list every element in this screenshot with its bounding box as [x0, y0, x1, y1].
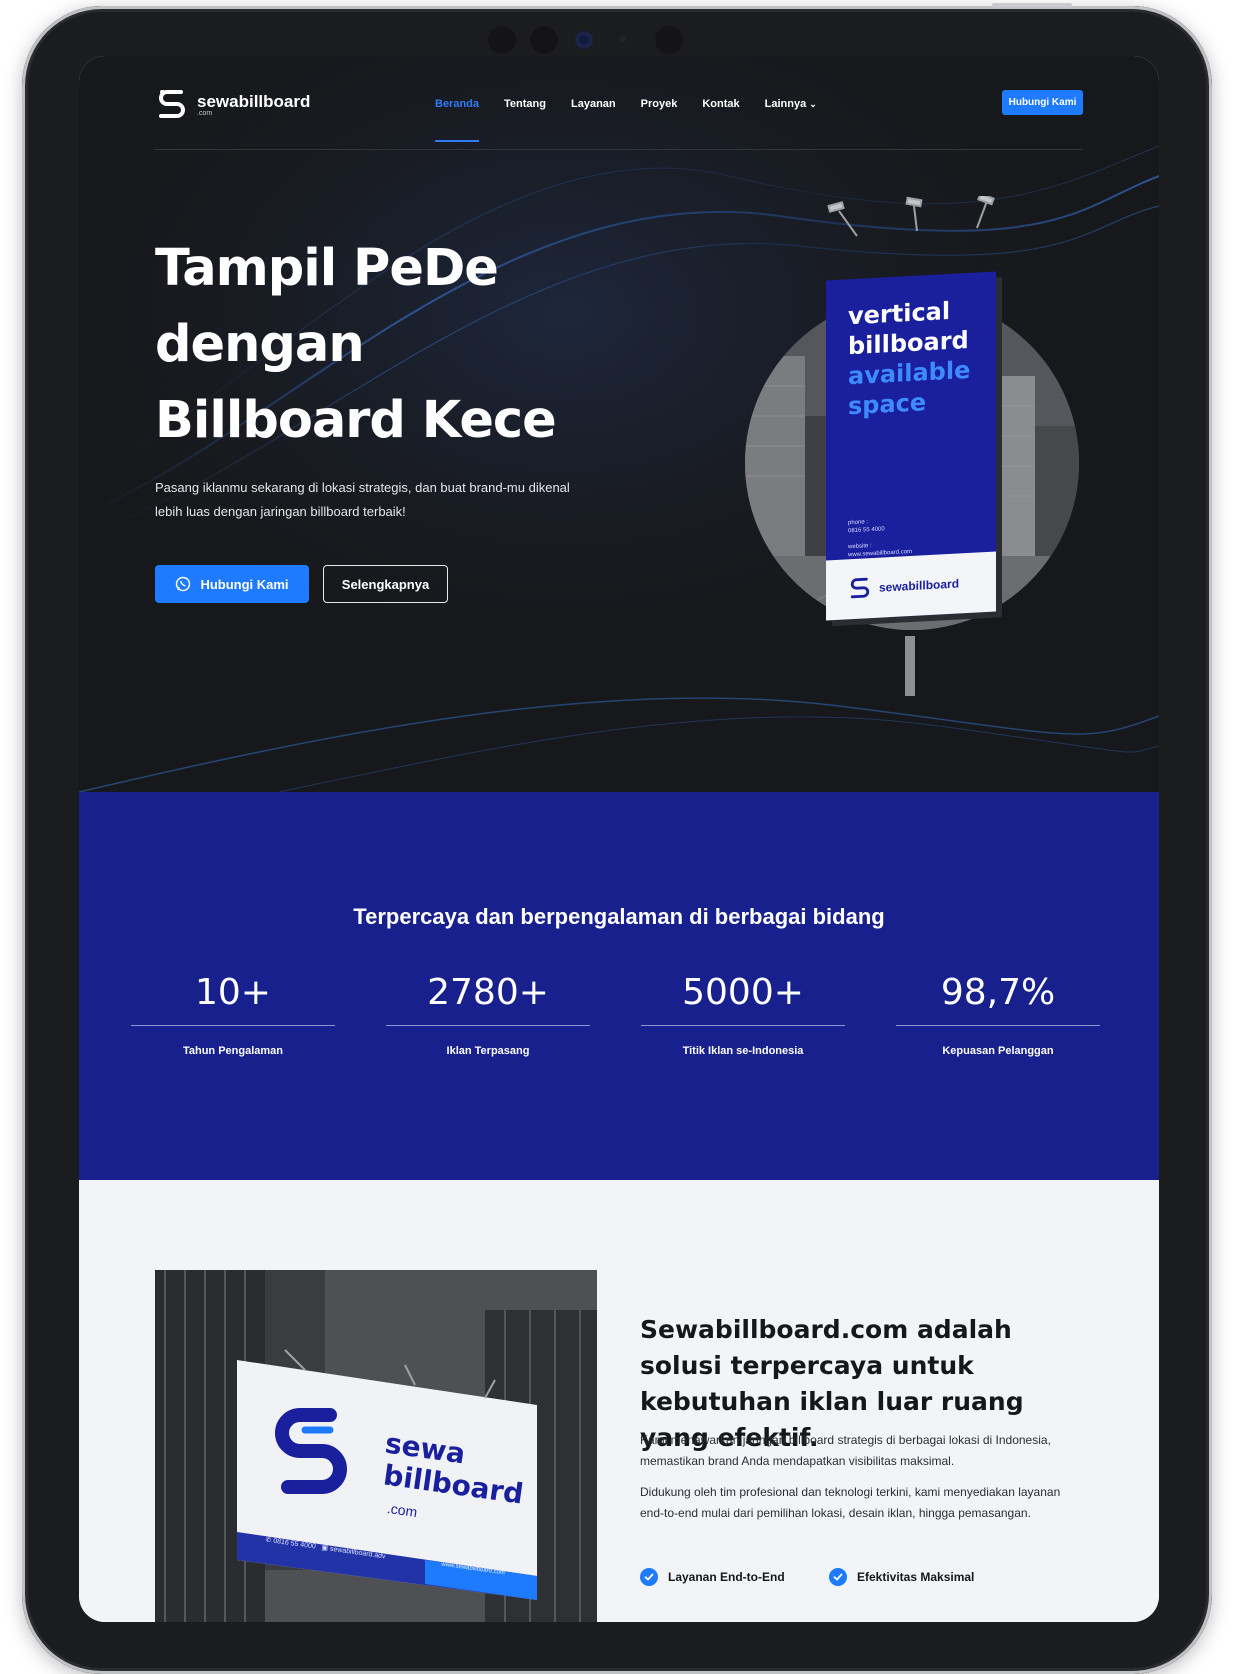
nav-item-lainnya-label: Lainnya: [764, 98, 807, 110]
top-navbar: sewabillboard .com Beranda Tentang Layan…: [155, 86, 1083, 146]
nav-item-layanan[interactable]: Layanan: [571, 98, 616, 110]
whatsapp-icon: [176, 576, 191, 592]
billboard-line-4: space: [848, 388, 927, 421]
hero-subtitle: Pasang iklanmu sekarang di lokasi strate…: [155, 480, 570, 519]
billboard-brand: sewabillboard: [879, 576, 960, 595]
stat-item: 2780+ Iklan Terpasang: [386, 972, 590, 1057]
hero-contact-label: Hubungi Kami: [200, 576, 289, 592]
stat-label: Titik Iklan se-Indonesia: [682, 1045, 804, 1057]
instagram-icon: ▣: [320, 1544, 329, 1553]
logo-domain: .com: [197, 109, 213, 117]
camera-lens-icon: [575, 31, 593, 49]
stat-divider: [641, 1025, 845, 1026]
check-circle-icon: [829, 1568, 847, 1586]
feature-label: Efektivitas Maksimal: [857, 1570, 975, 1584]
stats-section: Terpercaya dan berpengalaman di berbagai…: [79, 792, 1159, 1180]
hero-section: sewabillboard .com Beranda Tentang Layan…: [79, 56, 1159, 792]
stat-item: 98,7% Kepuasan Pelanggan: [896, 972, 1100, 1057]
billboard-pole: [905, 636, 915, 696]
billboard-line-3: available: [848, 355, 971, 391]
site-logo[interactable]: sewabillboard .com: [155, 86, 310, 124]
about-paragraph-2: Didukung oleh tim profesional dan teknol…: [640, 1485, 1061, 1520]
check-circle-icon: [640, 1568, 658, 1586]
stat-divider: [896, 1025, 1100, 1026]
nav-item-beranda[interactable]: Beranda: [435, 98, 480, 142]
hero-more-button[interactable]: Selengkapnya: [323, 565, 448, 603]
billboard-contact-info: phone : 0816 55 4000 website : www.sewab…: [848, 516, 912, 559]
feature-item: Efektivitas Maksimal: [829, 1568, 974, 1586]
logo-s-icon: [159, 90, 185, 118]
nav-item-proyek[interactable]: Proyek: [641, 98, 678, 110]
stats-title: Terpercaya dan berpengalaman di berbagai…: [353, 904, 885, 929]
browser-viewport: sewabillboard .com Beranda Tentang Layan…: [79, 56, 1159, 1622]
stat-value: 5000+: [682, 972, 804, 1013]
logo-s-icon: [850, 577, 870, 599]
stat-value: 10+: [195, 972, 271, 1013]
stat-value: 98,7%: [940, 972, 1056, 1013]
stat-divider: [131, 1025, 335, 1026]
stat-label: Iklan Terpasang: [446, 1045, 530, 1057]
about-billboard-photo: sewa billboard .com ✆ 0816 55 4000 ▣ sew…: [155, 1270, 597, 1622]
hero-contact-button[interactable]: Hubungi Kami: [155, 565, 309, 603]
chevron-down-icon: ⌄: [809, 99, 817, 109]
whatsapp-icon: ✆: [265, 1536, 272, 1545]
nav-item-lainnya[interactable]: Lainnya ⌄: [765, 98, 817, 110]
stat-divider: [386, 1025, 590, 1026]
nav-contact-button[interactable]: Hubungi Kami: [1002, 90, 1083, 115]
billboard-footer-logo: sewabillboard: [826, 551, 996, 621]
stat-label: Kepuasan Pelanggan: [942, 1045, 1054, 1057]
hero-billboard-illustration: vertical billboard available space phone…: [719, 196, 1079, 696]
vertical-billboard: vertical billboard available space phone…: [826, 271, 996, 621]
main-menu: Beranda Tentang Layanan Proyek Kontak La…: [435, 98, 817, 142]
feature-label: Layanan End-to-End: [668, 1570, 785, 1584]
hero-title: Tampil PeDe dengan Billboard Kece: [155, 239, 557, 450]
stat-value: 2780+: [427, 972, 549, 1013]
about-section: sewa billboard .com ✆ 0816 55 4000 ▣ sew…: [79, 1180, 1159, 1622]
about-paragraph-1: Kami menawarkan jaringan billboard strat…: [640, 1433, 1051, 1468]
camera-bar: [22, 20, 1212, 60]
billboard-headline: vertical billboard available space: [848, 295, 970, 421]
stat-label: Tahun Pengalaman: [182, 1045, 284, 1057]
tablet-top-button: [992, 3, 1072, 7]
stat-item: 5000+ Titik Iklan se-Indonesia: [641, 972, 845, 1057]
navbar-divider: [155, 149, 1083, 150]
nav-item-tentang[interactable]: Tentang: [504, 98, 546, 110]
feature-item: Layanan End-to-End: [640, 1568, 785, 1586]
nav-item-kontak[interactable]: Kontak: [702, 98, 739, 110]
stat-item: 10+ Tahun Pengalaman: [131, 972, 335, 1057]
logo-name: sewabillboard: [197, 91, 311, 111]
